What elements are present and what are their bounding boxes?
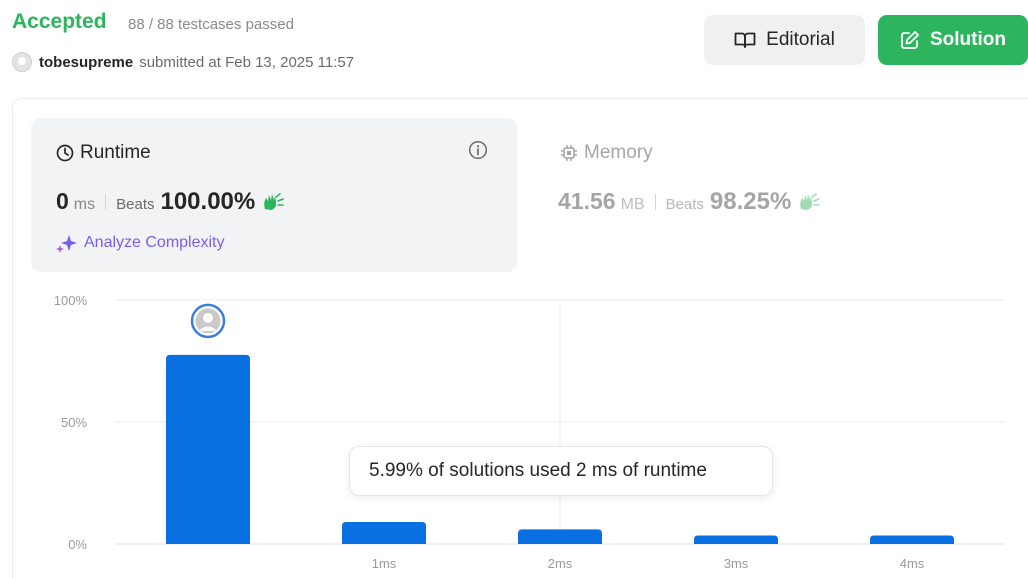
chart-bar[interactable] [518, 529, 602, 544]
memory-value: 41.56 [558, 188, 616, 214]
editorial-label: Editorial [766, 29, 835, 50]
chart-bar[interactable] [694, 535, 778, 544]
chart-bar[interactable] [166, 354, 250, 544]
divider [654, 194, 656, 210]
analyze-complexity-link[interactable]: Analyze Complexity [56, 233, 225, 253]
user-avatar-icon[interactable] [12, 52, 32, 72]
memory-heading[interactable]: Memory [560, 142, 653, 164]
x-tick-label: 4ms [900, 556, 925, 571]
x-tick-label: 3ms [724, 556, 749, 571]
y-tick-label: 100% [54, 293, 88, 308]
runtime-heading: Runtime [56, 142, 151, 164]
memory-title: Memory [584, 142, 653, 163]
runtime-title: Runtime [80, 142, 151, 163]
chart-bar[interactable] [342, 522, 426, 544]
runtime-value: 0 [56, 188, 69, 214]
memory-unit: MB [620, 196, 645, 213]
divider [105, 194, 107, 210]
status-accepted: Accepted [12, 10, 107, 33]
solution-button[interactable]: Solution [878, 15, 1028, 65]
y-tick-label: 50% [61, 415, 87, 430]
sparkle-icon [56, 235, 77, 253]
username[interactable]: tobesupreme [39, 54, 133, 71]
chip-icon [561, 145, 577, 161]
memory-beats-label: Beats [665, 196, 704, 213]
clap-icon [800, 193, 821, 210]
submission-info: tobesupreme submitted at Feb 13, 2025 11… [12, 52, 354, 72]
memory-stats: 41.56 MB Beats 98.25% [558, 188, 821, 216]
editorial-button[interactable]: Editorial [704, 15, 865, 65]
y-tick-label: 0% [68, 537, 87, 552]
runtime-distribution-chart[interactable]: 100% 50% 0% 1ms 2ms 3ms 4ms [0, 280, 1028, 578]
testcases-summary: 88 / 88 testcases passed [128, 16, 294, 33]
runtime-beats-value: 100.00% [160, 188, 256, 215]
chart-bar[interactable] [870, 535, 954, 544]
clock-icon [56, 144, 74, 162]
clap-icon [264, 193, 285, 210]
submitted-time: submitted at Feb 13, 2025 11:57 [139, 53, 355, 71]
x-tick-label: 2ms [548, 556, 573, 571]
info-icon[interactable] [468, 140, 488, 160]
memory-beats-value: 98.25% [709, 188, 792, 215]
analyze-label: Analyze Complexity [84, 234, 225, 251]
x-tick-label: 1ms [372, 556, 397, 571]
avatar-head-icon [203, 312, 213, 323]
runtime-stats: 0 ms Beats 100.00% [56, 188, 285, 216]
runtime-beats-label: Beats [116, 196, 155, 213]
book-icon [734, 32, 756, 48]
runtime-unit: ms [73, 196, 96, 213]
edit-icon [901, 31, 919, 49]
chart-tooltip: 5.99% of solutions used 2 ms of runtime [349, 446, 773, 496]
solution-label: Solution [930, 29, 1006, 50]
